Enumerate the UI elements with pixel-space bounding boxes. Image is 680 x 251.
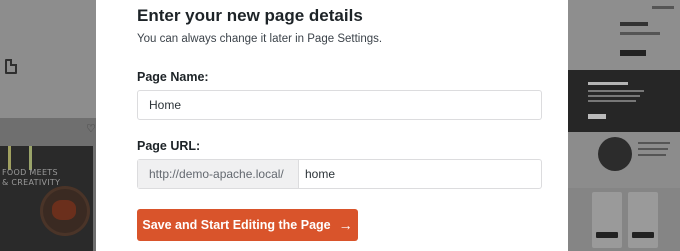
food-plate-graphic	[40, 186, 90, 236]
preview-card-button	[632, 232, 654, 238]
page-name-label: Page Name:	[137, 70, 209, 84]
page-url-slug-input[interactable]: home	[299, 160, 335, 188]
preview-card	[628, 192, 658, 248]
preview-dark-section	[568, 70, 680, 132]
page-url-field: http://demo-apache.local/ home	[137, 159, 542, 189]
save-and-edit-button[interactable]: Save and Start Editing the Page →	[137, 209, 358, 241]
preview-header	[568, 0, 680, 70]
page-url-label: Page URL:	[137, 139, 201, 153]
thumbnail-text: FOOD MEETS & CREATIVITY	[2, 168, 61, 187]
template-preview-right	[568, 0, 680, 251]
preview-cards	[568, 188, 680, 251]
save-and-edit-label: Save and Start Editing the Page	[142, 218, 331, 232]
dialog-title: Enter your new page details	[137, 6, 363, 25]
dialog-subtitle: You can always change it later in Page S…	[137, 33, 383, 45]
url-prefix: http://demo-apache.local/	[138, 160, 299, 188]
preview-card	[592, 192, 622, 248]
heart-icon[interactable]: ♡	[86, 122, 96, 135]
blank-page-template-card[interactable]	[0, 0, 96, 118]
preview-avatar	[598, 137, 632, 171]
chopsticks-graphic	[8, 146, 32, 170]
restaurant-template-thumbnail[interactable]: FOOD MEETS & CREATIVITY	[0, 146, 93, 251]
preview-card-button	[596, 232, 618, 238]
document-icon	[5, 59, 17, 74]
new-page-details-dialog: Enter your new page details You can alwa…	[96, 0, 568, 251]
arrow-right-icon: →	[338, 217, 353, 233]
page-name-input[interactable]: Home	[137, 90, 542, 120]
